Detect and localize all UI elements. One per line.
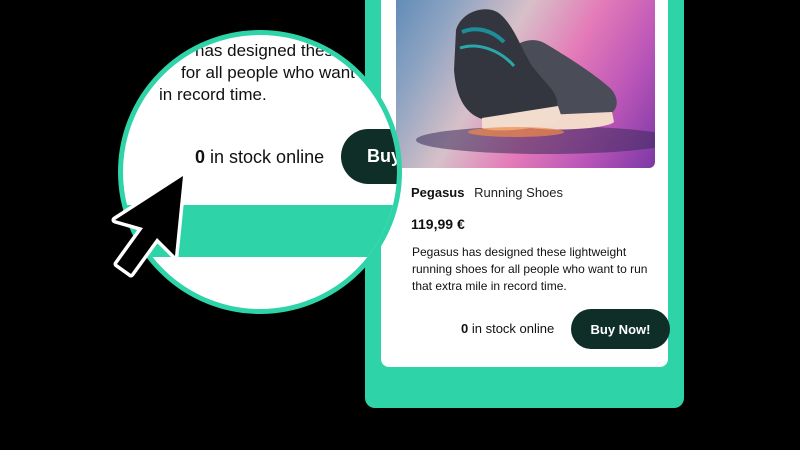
product-category: Running Shoes [474,185,564,200]
magnified-desc-line-3: in record time. [159,85,267,104]
phone-frame: Pegasus Running Shoes 119,99 € Pegasus h… [365,0,684,408]
brand-name: Pegasus [411,185,465,200]
stock-label: in stock online [471,321,555,336]
product-price: 119,99 € [411,216,465,232]
magnified-desc-line-1: has designed these [195,41,343,60]
buy-now-button[interactable]: Buy Now! [571,309,670,349]
product-description: Pegasus has designed these lightweight r… [412,245,648,293]
mouse-pointer-icon [111,172,187,278]
magnified-description: has designed these for all people who wa… [131,40,397,106]
magnified-buy-button[interactable]: Buy [341,129,397,184]
magnified-desc-line-2: for all people who want t [181,63,365,82]
magnified-stock-count: 0 [195,147,206,167]
stock-status: 0 in stock online [461,321,554,336]
sneaker-image-icon [416,9,655,154]
product-title: Pegasus Running Shoes [411,185,651,203]
product-image[interactable] [396,0,655,168]
magnified-stock-label: in stock online [210,147,325,167]
product-card: Pegasus Running Shoes 119,99 € Pegasus h… [381,0,670,367]
magnified-stock-status: 0 in stock online [195,147,324,168]
stock-count: 0 [461,321,469,336]
